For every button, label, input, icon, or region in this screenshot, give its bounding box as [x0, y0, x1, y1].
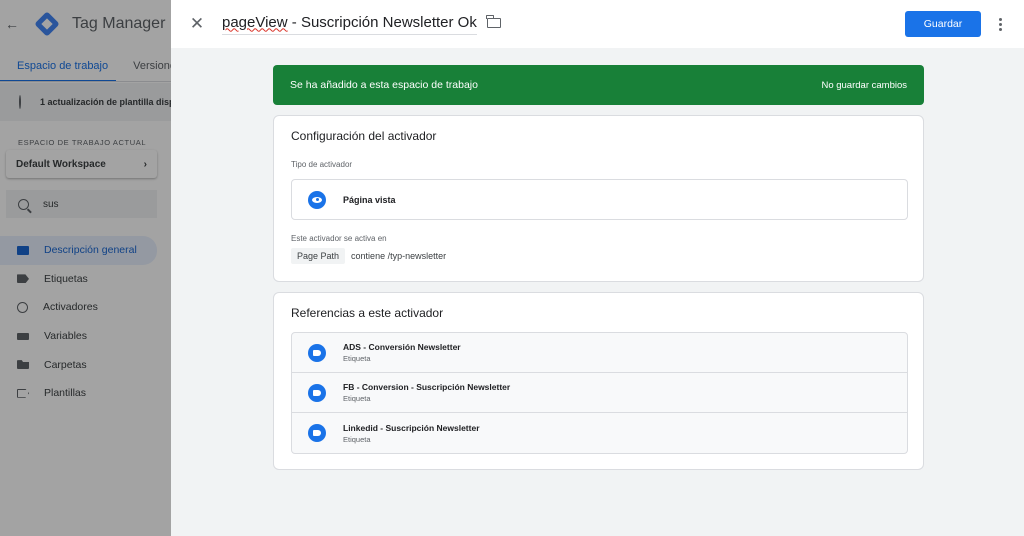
- trigger-type-selector[interactable]: Página vista: [291, 179, 908, 220]
- tag-icon: [308, 424, 326, 442]
- config-title: Configuración del activador: [291, 129, 437, 143]
- list-item[interactable]: FB - Conversion - Suscripción Newsletter…: [292, 373, 907, 413]
- list-item[interactable]: ADS - Conversión Newsletter Etiqueta: [292, 333, 907, 373]
- reference-name: FB - Conversion - Suscripción Newsletter: [343, 382, 511, 392]
- reference-name: Linkedid - Suscripción Newsletter: [343, 422, 480, 433]
- more-options-icon[interactable]: [993, 12, 1007, 36]
- close-icon[interactable]: ✕: [186, 13, 208, 35]
- reference-name: ADS - Conversión Newsletter: [343, 342, 461, 352]
- page-view-icon: [308, 190, 326, 209]
- trigger-name-part: pageView: [222, 13, 288, 31]
- fires-on-label: Este activador se activa en: [291, 234, 387, 243]
- discard-changes-button[interactable]: No guardar cambios: [821, 80, 907, 91]
- list-item[interactable]: Linkedid - Suscripción Newsletter Etique…: [292, 413, 907, 453]
- trigger-editor-panel: ✕ pageView - Suscripción Newsletter Ok G…: [171, 0, 1024, 536]
- trigger-name-rest: - Suscripción Newsletter Ok: [287, 13, 477, 31]
- trigger-configuration-card[interactable]: Configuración del activador Tipo de acti…: [273, 115, 924, 282]
- panel-header: ✕ pageView - Suscripción Newsletter Ok G…: [171, 0, 1024, 48]
- reference-kind: Etiqueta: [343, 394, 371, 403]
- trigger-type-value: Página vista: [343, 194, 396, 205]
- condition-variable: Page Path: [291, 248, 346, 264]
- reference-kind: Etiqueta: [343, 354, 371, 363]
- condition-operator-value: contiene /typ-newsletter: [351, 251, 447, 261]
- save-button[interactable]: Guardar: [905, 11, 981, 37]
- references-list: ADS - Conversión Newsletter Etiqueta FB …: [291, 332, 908, 454]
- trigger-name-input[interactable]: pageView - Suscripción Newsletter Ok: [222, 14, 477, 35]
- banner-text: Se ha añadido a esta espacio de trabajo: [290, 79, 478, 91]
- reference-kind: Etiqueta: [343, 434, 371, 444]
- trigger-type-label: Tipo de activador: [291, 160, 353, 169]
- folder-icon[interactable]: [486, 15, 501, 28]
- tag-icon: [308, 383, 326, 402]
- firing-condition: Page Path contiene /typ-newsletter: [291, 248, 446, 264]
- success-banner: Se ha añadido a esta espacio de trabajo …: [273, 65, 924, 105]
- trigger-references-card: Referencias a este activador ADS - Conve…: [273, 292, 924, 470]
- tag-icon: [308, 343, 326, 362]
- references-title: Referencias a este activador: [291, 306, 444, 320]
